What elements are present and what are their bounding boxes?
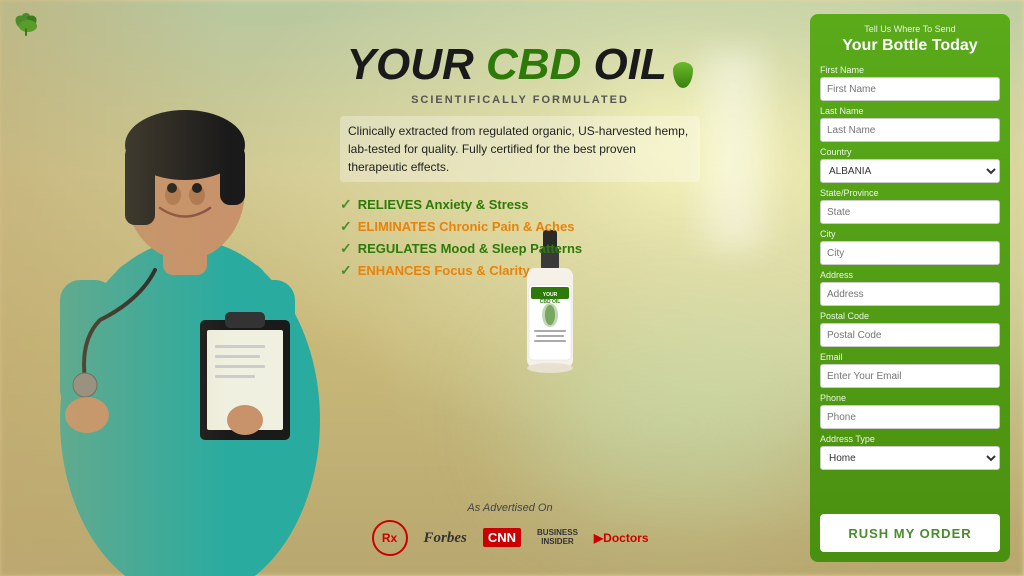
state-label: State/Province (820, 188, 1000, 198)
main-content: YOUR CBD OIL SCIENTIFICALLY FORMULATED C… (340, 40, 700, 295)
product-title: YOUR CBD OIL (340, 40, 700, 90)
phone-label: Phone (820, 393, 1000, 403)
city-group: City (820, 229, 1000, 265)
product-description: Clinically extracted from regulated orga… (340, 116, 700, 182)
first-name-group: First Name (820, 65, 1000, 101)
form-header-big: Your Bottle Today (820, 36, 1000, 55)
check-icon-1: ✓ (340, 196, 352, 213)
benefit-label-1: RELIEVES Anxiety & Stress (358, 197, 529, 212)
rx-logo: Rx (372, 520, 408, 556)
benefits-list: ✓ RELIEVES Anxiety & Stress ✓ ELIMINATES… (340, 196, 700, 279)
last-name-group: Last Name (820, 106, 1000, 142)
forbes-logo: Forbes (424, 529, 467, 547)
address-type-group: Address Type Home Office Other (820, 434, 1000, 470)
product-subtitle: SCIENTIFICALLY FORMULATED (340, 94, 700, 106)
country-group: Country ALBANIA UNITED STATES UNITED KIN… (820, 147, 1000, 183)
title-cbd: CBD (486, 40, 581, 89)
phone-group: Phone (820, 393, 1000, 429)
check-icon-3: ✓ (340, 240, 352, 257)
benefit-item-2: ✓ ELIMINATES Chronic Pain & Aches (340, 218, 700, 235)
business-insider-logo: BUSINESS INSIDER (537, 529, 578, 547)
country-select[interactable]: ALBANIA UNITED STATES UNITED KINGDOM CAN… (820, 159, 1000, 183)
city-input[interactable] (820, 241, 1000, 265)
benefit-item-3: ✓ REGULATES Mood & Sleep Patterns (340, 240, 700, 257)
check-icon-2: ✓ (340, 218, 352, 235)
last-name-input[interactable] (820, 118, 1000, 142)
city-label: City (820, 229, 1000, 239)
benefit-label-2: ELIMINATES Chronic Pain & Aches (358, 219, 575, 234)
rush-order-button[interactable]: RUSH MY ORDER (820, 514, 1000, 552)
address-type-label: Address Type (820, 434, 1000, 444)
first-name-label: First Name (820, 65, 1000, 75)
check-icon-4: ✓ (340, 262, 352, 279)
country-label: Country (820, 147, 1000, 157)
form-header-small: Tell Us Where To Send (820, 24, 1000, 34)
address-type-select[interactable]: Home Office Other (820, 446, 1000, 470)
first-name-input[interactable] (820, 77, 1000, 101)
state-input[interactable] (820, 200, 1000, 224)
cannabis-leaf-icon (12, 12, 40, 40)
benefit-item-4: ✓ ENHANCES Focus & Clarity (340, 262, 700, 279)
rx-text: Rx (382, 531, 397, 545)
cnn-logo: CNN (483, 529, 521, 547)
address-group: Address (820, 270, 1000, 306)
doctors-logo: ▶Doctors (594, 529, 649, 547)
address-label: Address (820, 270, 1000, 280)
postal-code-input[interactable] (820, 323, 1000, 347)
benefit-label-3: REGULATES Mood & Sleep Patterns (358, 241, 582, 256)
page-wrapper: YOUR CBD OIL SCIENTIFICALLY FORMULATED C… (0, 0, 1024, 576)
oil-drop-icon (673, 62, 693, 88)
state-group: State/Province (820, 188, 1000, 224)
email-input[interactable] (820, 364, 1000, 388)
postal-code-label: Postal Code (820, 311, 1000, 321)
phone-input[interactable] (820, 405, 1000, 429)
brand-logos-row: Rx Forbes CNN BUSINESS INSIDER ▶Doctors (340, 520, 680, 556)
address-input[interactable] (820, 282, 1000, 306)
logo (12, 12, 40, 40)
title-oil: OIL (581, 40, 667, 89)
nurse-image (0, 0, 380, 576)
postal-code-group: Postal Code (820, 311, 1000, 347)
bg-glow-3 (704, 50, 764, 250)
email-group: Email (820, 352, 1000, 388)
title-your: YOUR (347, 40, 486, 89)
advertised-label: As Advertised On (340, 502, 680, 514)
last-name-label: Last Name (820, 106, 1000, 116)
order-form-panel: Tell Us Where To Send Your Bottle Today … (810, 14, 1010, 562)
benefit-item-1: ✓ RELIEVES Anxiety & Stress (340, 196, 700, 213)
email-label: Email (820, 352, 1000, 362)
advertised-section: As Advertised On Rx Forbes CNN BUSINESS … (340, 502, 680, 556)
benefit-label-4: ENHANCES Focus & Clarity (358, 263, 530, 278)
